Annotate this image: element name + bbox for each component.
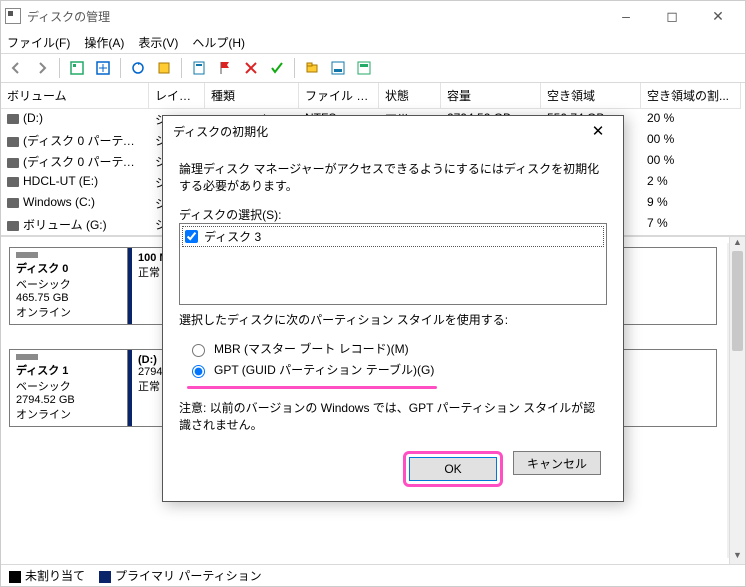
volume-icon: [7, 137, 19, 147]
col-status[interactable]: 状態: [379, 83, 441, 109]
scrollbar[interactable]: ▲ ▼: [729, 237, 745, 564]
menubar: ファイル(F) 操作(A) 表示(V) ヘルプ(H): [1, 31, 745, 53]
col-type[interactable]: 種類: [205, 83, 299, 109]
toolbar-icon-f[interactable]: [353, 57, 375, 79]
disk-icon: [16, 354, 38, 360]
disk-info[interactable]: ディスク 1ベーシック2794.52 GBオンライン: [10, 350, 128, 426]
menu-action[interactable]: 操作(A): [84, 34, 124, 51]
delete-icon[interactable]: [240, 57, 262, 79]
init-disk-dialog: ディスクの初期化 ✕ 論理ディスク マネージャーがアクセスできるようにするにはデ…: [162, 115, 624, 502]
dialog-note: 注意: 以前のバージョンの Windows では、GPT パーティション スタイ…: [179, 399, 607, 433]
close-button[interactable]: ✕: [695, 1, 741, 31]
volume-icon: [7, 221, 19, 231]
toolbar: [1, 53, 745, 83]
forward-icon[interactable]: [31, 57, 53, 79]
maximize-button[interactable]: ◻: [649, 1, 695, 31]
menu-file[interactable]: ファイル(F): [7, 34, 70, 51]
ok-highlight: OK: [403, 451, 503, 487]
dialog-message: 論理ディスク マネージャーがアクセスできるようにするにはディスクを初期化する必要…: [179, 160, 607, 194]
toolbar-icon-e[interactable]: [327, 57, 349, 79]
legend-unallocated: 未割り当て: [25, 569, 85, 583]
minimize-button[interactable]: –: [603, 1, 649, 31]
toolbar-icon-b[interactable]: [92, 57, 114, 79]
back-icon[interactable]: [5, 57, 27, 79]
legend-primary: プライマリ パーティション: [115, 569, 262, 583]
partition-style-label: 選択したディスクに次のパーティション スタイルを使用する:: [179, 311, 607, 328]
dialog-title: ディスクの初期化: [173, 123, 583, 140]
refresh-icon[interactable]: [127, 57, 149, 79]
disk-icon: [16, 252, 38, 258]
volume-icon: [7, 198, 19, 208]
menu-view[interactable]: 表示(V): [138, 34, 178, 51]
disk-select-list[interactable]: ディスク 3: [179, 223, 607, 305]
scroll-down-icon[interactable]: ▼: [730, 550, 745, 564]
flag-icon[interactable]: [214, 57, 236, 79]
mbr-option[interactable]: MBR (マスター ブート レコード)(M): [187, 340, 607, 357]
properties-icon[interactable]: [188, 57, 210, 79]
volume-icon: [7, 114, 19, 124]
window-title: ディスクの管理: [27, 8, 603, 25]
col-capacity[interactable]: 容量: [441, 83, 541, 109]
disk3-checkbox[interactable]: [185, 230, 198, 243]
menu-help[interactable]: ヘルプ(H): [192, 34, 245, 51]
titlebar: ディスクの管理 – ◻ ✕: [1, 1, 745, 31]
col-fs[interactable]: ファイル システム: [299, 83, 379, 109]
scroll-thumb[interactable]: [732, 251, 743, 351]
col-free[interactable]: 空き領域: [541, 83, 641, 109]
toolbar-icon-a[interactable]: [66, 57, 88, 79]
volume-icon: [7, 177, 19, 187]
toolbar-icon-c[interactable]: [153, 57, 175, 79]
disk-info[interactable]: ディスク 0ベーシック465.75 GBオンライン: [10, 248, 128, 324]
grid-header-row: ボリューム レイアウト 種類 ファイル システム 状態 容量 空き領域 空き領域…: [1, 83, 745, 109]
disk3-label: ディスク 3: [204, 228, 261, 245]
legend: 未割り当て プライマリ パーティション: [1, 564, 745, 586]
mbr-radio[interactable]: [192, 344, 205, 357]
disk-select-item[interactable]: ディスク 3: [182, 226, 604, 247]
gpt-highlight: [187, 386, 437, 389]
col-layout[interactable]: レイアウト: [149, 83, 205, 109]
check-icon[interactable]: [266, 57, 288, 79]
legend-swatch-unallocated: [9, 571, 21, 583]
scroll-up-icon[interactable]: ▲: [730, 237, 745, 251]
col-freepct[interactable]: 空き領域の割...: [641, 83, 741, 109]
dialog-close-button[interactable]: ✕: [583, 122, 613, 140]
toolbar-icon-d[interactable]: [301, 57, 323, 79]
volume-icon: [7, 158, 19, 168]
ok-button[interactable]: OK: [409, 457, 497, 481]
gpt-radio[interactable]: [192, 365, 205, 378]
disk-select-label: ディスクの選択(S):: [179, 206, 607, 223]
gpt-option[interactable]: GPT (GUID パーティション テーブル)(G): [187, 361, 607, 378]
dialog-titlebar: ディスクの初期化 ✕: [163, 116, 623, 146]
cancel-button[interactable]: キャンセル: [513, 451, 601, 475]
col-volume[interactable]: ボリューム: [1, 83, 149, 109]
legend-swatch-primary: [99, 571, 111, 583]
app-icon: [5, 8, 21, 24]
